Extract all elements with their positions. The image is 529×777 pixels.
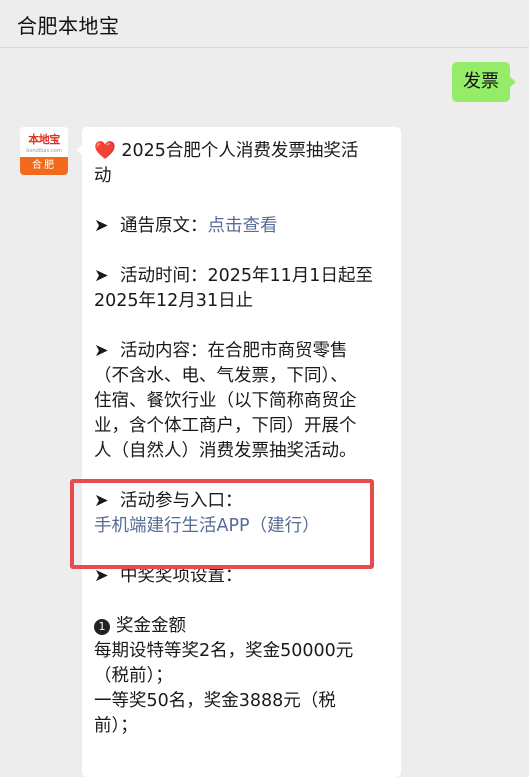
avatar-city: 合肥 (20, 157, 68, 175)
content-line-3: 住宿、餐饮行业（以下简称商贸企 (94, 391, 357, 411)
time-line: ➤ 活动时间：2025年11月1日起至 (94, 264, 394, 289)
notice-link[interactable]: 点击查看 (208, 216, 278, 236)
avatar[interactable]: 本地宝 bendibao.com 合肥 (20, 127, 68, 175)
chat-header: 合肥本地宝 (0, 0, 529, 48)
prize-line-3: 一等奖50名，奖金3888元（税 (94, 691, 336, 711)
arrow-right-icon: ➤ (94, 216, 109, 236)
number-one-icon: 1 (94, 619, 110, 635)
content-line-4: 业，含个体工商户，下同）开展个 (94, 416, 357, 436)
content-line: ➤ 活动内容：在合肥市商贸零售 (94, 339, 394, 364)
chat-title: 合肥本地宝 (17, 14, 120, 38)
arrow-right-icon: ➤ (94, 341, 109, 361)
avatar-brand: 本地宝 (28, 133, 60, 146)
avatar-domain: bendibao.com (26, 148, 62, 154)
content-text: 活动内容：在合肥市商贸零售 (120, 341, 348, 361)
highlight-box (70, 479, 374, 569)
prize-heading: 中奖奖项设置： (120, 566, 243, 586)
time-text: 活动时间：2025年11月1日起至 (120, 266, 373, 286)
content-line-5: 人（自然人）消费发票抽奖活动。 (94, 441, 357, 461)
title-text: 2025合肥个人消费发票抽奖活 (121, 141, 359, 161)
time-continuation: 2025年12月31日止 (94, 291, 254, 311)
heart-icon: ❤️ (94, 141, 116, 161)
outgoing-message-text: 发票 (463, 71, 499, 92)
message-body: ❤️ 2025合肥个人消费发票抽奖活 动 ➤ 通告原文：点击查看 ➤ 活动时间：20… (94, 139, 394, 739)
outgoing-message[interactable]: 发票 (452, 62, 516, 102)
prize-line-4: 前）； (94, 716, 138, 736)
incoming-message[interactable]: ❤️ 2025合肥个人消费发票抽奖活 动 ➤ 通告原文：点击查看 ➤ 活动时间：20… (76, 127, 401, 777)
title-continuation: 动 (94, 166, 112, 186)
avatar-logo: 本地宝 bendibao.com (20, 127, 68, 157)
amount-title: 奖金金额 (116, 616, 186, 636)
message-title: ❤️ 2025合肥个人消费发票抽奖活 (94, 139, 394, 164)
notice-line: ➤ 通告原文：点击查看 (94, 214, 394, 239)
content-line-2: （不含水、电、气发票，下同）、 (94, 366, 348, 386)
prize-line-1: 每期设特等奖2名，奖金50000元 (94, 641, 354, 661)
prize-line-2: （税前）； (94, 666, 173, 686)
notice-label: 通告原文： (120, 216, 208, 236)
amount-line: 1 奖金金额 (94, 614, 394, 639)
arrow-right-icon: ➤ (94, 266, 109, 286)
